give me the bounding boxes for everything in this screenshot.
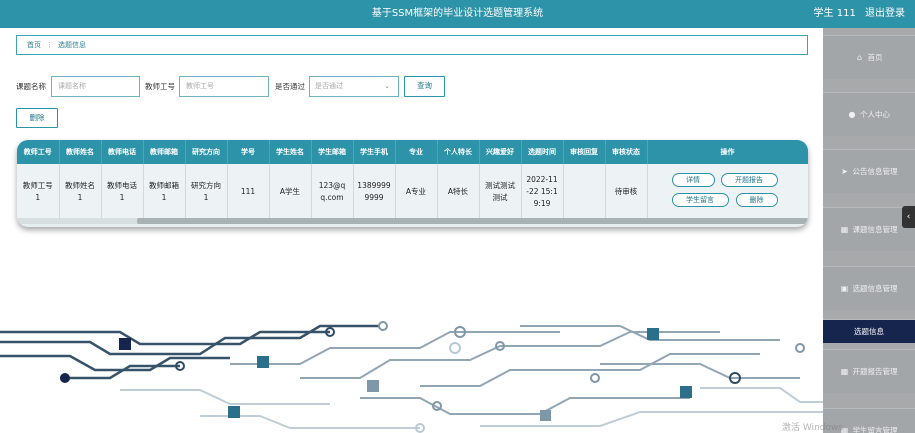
search-bar: 课题名称 课题名称 教师工号 教师工号 是否通过 是否通过 ⌄ 查询 xyxy=(16,76,816,97)
delete-button[interactable]: 删除 xyxy=(16,108,58,128)
top-header: 基于SSM框架的毕业设计选题管理系统 学生 111 退出登录 xyxy=(0,0,915,28)
query-button[interactable]: 查询 xyxy=(404,76,445,97)
col-header: 审核回复 xyxy=(563,140,606,164)
cell-actions: 详情 开题报告 学生留言 删除 xyxy=(647,164,808,219)
sidebar-item-label: 选题信息管理 xyxy=(852,284,898,293)
cell-hobby: 测试测试 测试 xyxy=(479,164,522,219)
sidebar-item-proposal[interactable]: ▦ 开题报告管理 xyxy=(823,349,915,393)
sidebar-item-label: 首页 xyxy=(867,53,883,62)
sidebar-item-label: 课题信息管理 xyxy=(852,225,898,234)
cell-select-time: 2022-11 -22 15:1 9:19 xyxy=(521,164,564,219)
cell-research: 研究方向 1 xyxy=(185,164,228,219)
cell-review-reply xyxy=(563,164,606,219)
user-icon: ● xyxy=(848,109,856,119)
data-table: 教师工号 教师姓名 教师电话 教师邮箱 研究方向 学号 学生姓名 学生邮箱 学生… xyxy=(17,140,808,227)
col-header: 审核状态 xyxy=(605,140,648,164)
sidebar-item-label: 选题信息 xyxy=(854,327,884,336)
cell-teacher-phone: 教师电话 1 xyxy=(101,164,144,219)
cell-student-email: 123@q q.com xyxy=(311,164,354,219)
sidebar-collapse-button[interactable]: ‹ xyxy=(902,206,915,228)
user-area: 学生 111 退出登录 xyxy=(808,0,905,28)
col-header: 教师姓名 xyxy=(59,140,102,164)
row-delete-button[interactable]: 删除 xyxy=(735,193,778,207)
col-header: 教师邮箱 xyxy=(143,140,186,164)
sidebar-item-selection-info[interactable]: 选题信息 xyxy=(823,319,915,343)
pass-label: 是否通过 xyxy=(275,82,305,91)
scrollbar-thumb[interactable] xyxy=(137,218,808,224)
sidebar: ⌂ 首页 ● 个人中心 ➤ 公告信息管理 ▦ 课题信息管理 ▣ 选题信息管理 选… xyxy=(823,28,915,433)
teacher-no-label: 教师工号 xyxy=(145,82,175,91)
cell-review-status: 待审核 xyxy=(605,164,648,219)
message-button[interactable]: 学生留言 xyxy=(671,193,729,207)
detail-button[interactable]: 详情 xyxy=(671,173,715,187)
title-label: 课题名称 xyxy=(16,82,46,91)
pass-select-value: 是否通过 xyxy=(315,82,343,90)
col-header: 研究方向 xyxy=(185,140,228,164)
proposal-button[interactable]: 开题报告 xyxy=(720,173,778,187)
trash-icon: ▣ xyxy=(840,283,849,293)
cell-teacher-email: 教师邮箱 1 xyxy=(143,164,186,219)
table-row: 教师工号 1 教师姓名 1 教师电话 1 教师邮箱 1 研究方向 1 111 A学生 12… xyxy=(17,164,808,219)
col-header: 个人特长 xyxy=(437,140,480,164)
cell-student-phone: 1389999 9999 xyxy=(353,164,396,219)
col-header: 学生手机 xyxy=(353,140,396,164)
table-header-row: 教师工号 教师姓名 教师电话 教师邮箱 研究方向 学号 学生姓名 学生邮箱 学生… xyxy=(17,140,808,164)
chevron-down-icon: ⌄ xyxy=(384,82,390,90)
sidebar-item-label: 开题报告管理 xyxy=(852,367,898,376)
pass-select[interactable]: 是否通过 ⌄ xyxy=(309,76,399,97)
breadcrumb-current: 选题信息 xyxy=(58,41,86,49)
teacher-no-input[interactable]: 教师工号 xyxy=(179,76,269,97)
cell-major: A专业 xyxy=(395,164,438,219)
col-header: 专业 xyxy=(395,140,438,164)
sidebar-item-selection-mgmt[interactable]: ▣ 选题信息管理 xyxy=(823,266,915,310)
cell-student-no: 111 xyxy=(227,164,270,219)
current-user: 学生 111 xyxy=(813,8,856,19)
breadcrumb: 首页 ⋮ 选题信息 xyxy=(16,35,808,55)
sidebar-item-label: 个人中心 xyxy=(860,110,890,119)
cell-teacher-no: 教师工号 1 xyxy=(17,164,60,219)
sidebar-item-label: 学生留言管理 xyxy=(852,426,898,433)
grid-icon: ▦ xyxy=(840,224,849,234)
circuit-background xyxy=(0,321,823,433)
logout-link[interactable]: 退出登录 xyxy=(865,8,905,19)
col-header: 教师工号 xyxy=(17,140,60,164)
system-title: 基于SSM框架的毕业设计选题管理系统 xyxy=(371,8,544,19)
cell-teacher-name: 教师姓名 1 xyxy=(59,164,102,219)
sidebar-item-home[interactable]: ⌂ 首页 xyxy=(823,35,915,79)
sidebar-item-notice[interactable]: ➤ 公告信息管理 xyxy=(823,149,915,193)
col-header: 学生邮箱 xyxy=(311,140,354,164)
col-header: 学号 xyxy=(227,140,270,164)
cell-specialty: A特长 xyxy=(437,164,480,219)
breadcrumb-separator: ⋮ xyxy=(46,41,53,49)
col-header: 学生姓名 xyxy=(269,140,312,164)
breadcrumb-home[interactable]: 首页 xyxy=(27,41,41,49)
cell-student-name: A学生 xyxy=(269,164,312,219)
grid-icon: ▦ xyxy=(840,366,849,376)
title-input[interactable]: 课题名称 xyxy=(51,76,140,97)
horizontal-scrollbar[interactable] xyxy=(17,218,808,224)
col-header: 选题时间 xyxy=(521,140,564,164)
col-header: 教师电话 xyxy=(101,140,144,164)
action-group: 详情 开题报告 学生留言 删除 xyxy=(648,164,808,219)
home-icon: ⌂ xyxy=(856,52,863,62)
windows-watermark: 激活 Windows xyxy=(782,423,844,433)
send-icon: ➤ xyxy=(841,166,848,176)
col-header: 操作 xyxy=(647,140,808,164)
sidebar-item-profile[interactable]: ● 个人中心 xyxy=(823,92,915,136)
col-header: 兴趣爱好 xyxy=(479,140,522,164)
sidebar-item-label: 公告信息管理 xyxy=(852,167,898,176)
